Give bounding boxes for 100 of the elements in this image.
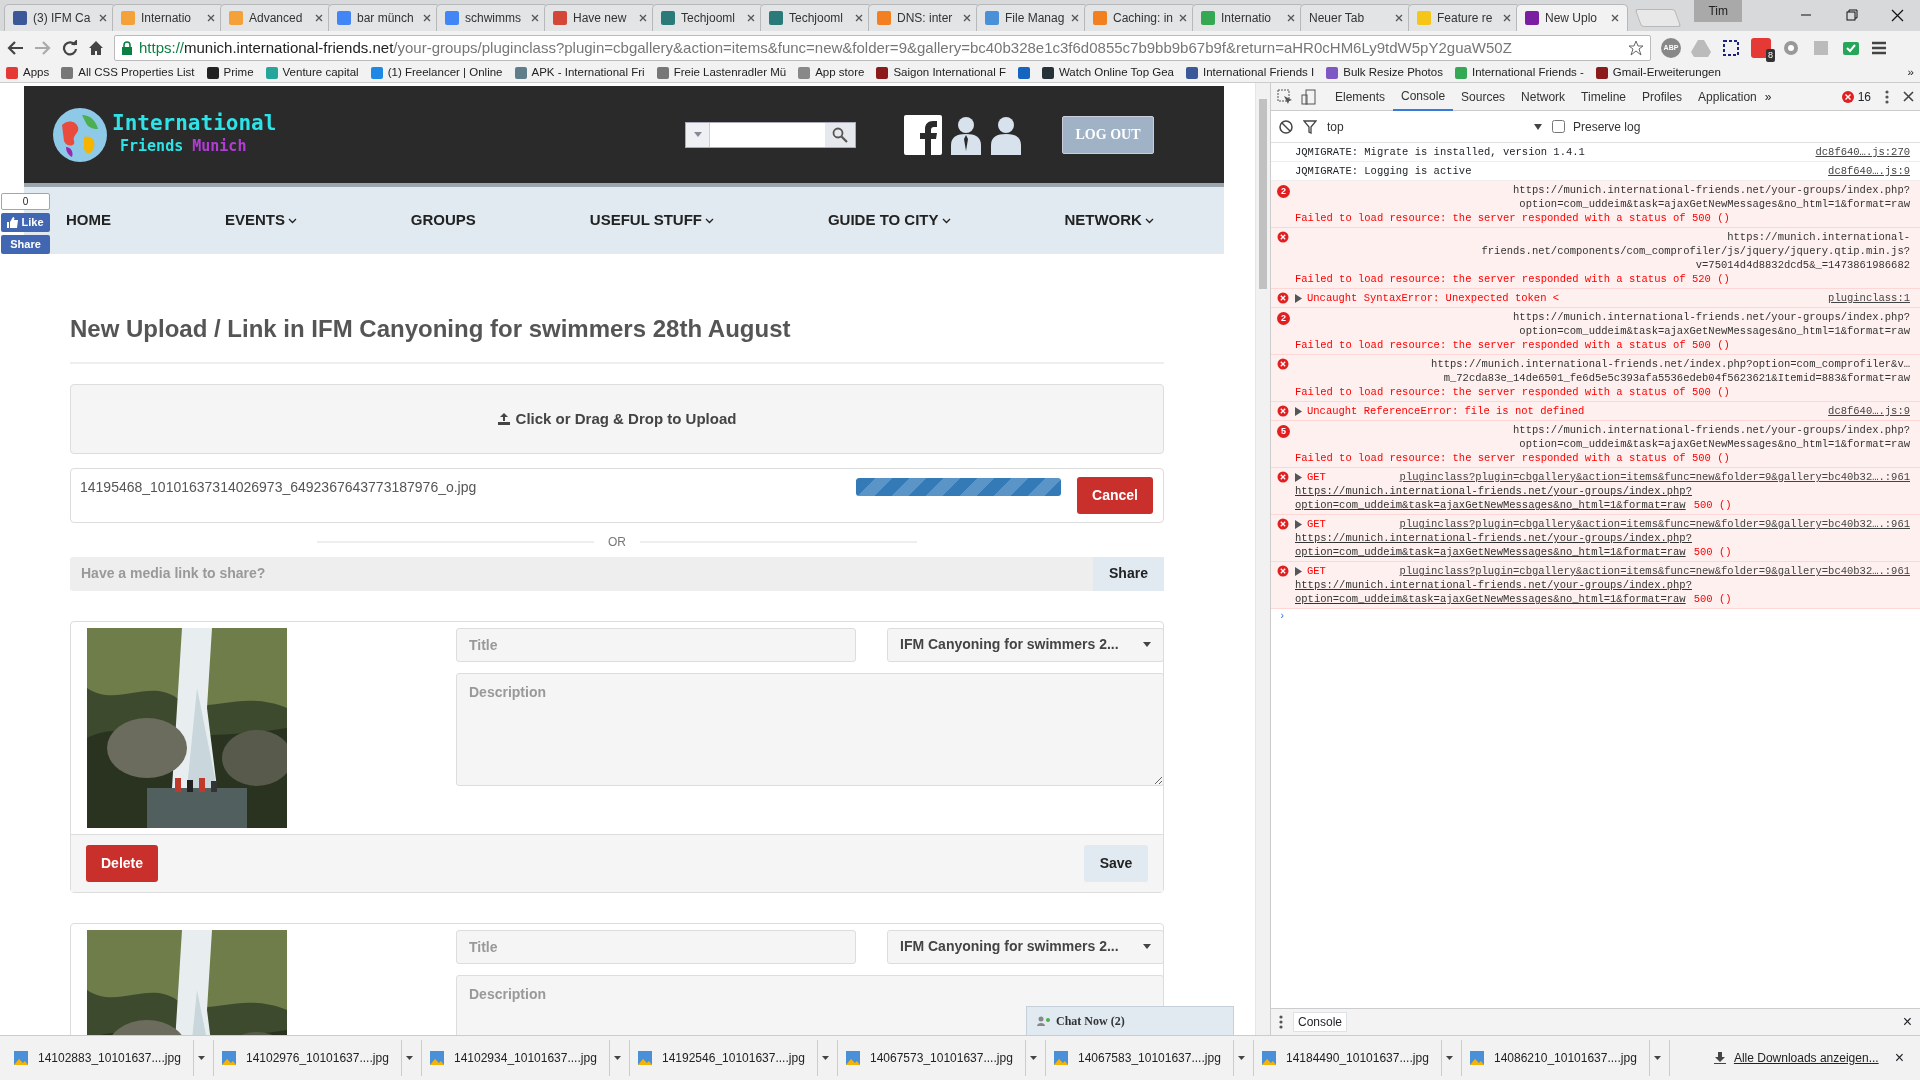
caret-icon[interactable] xyxy=(1238,1056,1245,1060)
close-icon[interactable] xyxy=(423,14,431,22)
expand-icon[interactable] xyxy=(1295,293,1302,303)
close-icon[interactable] xyxy=(1395,14,1403,22)
nav-link[interactable]: USEFUL STUFF xyxy=(589,209,715,232)
search-field[interactable] xyxy=(685,121,856,148)
person-tie-icon[interactable] xyxy=(950,114,982,155)
source-link[interactable]: pluginclass?plugin=cbgallery&action=items&func=new&folder=9&gallery=bc40b32….:961 xyxy=(1389,470,1910,484)
caret-icon[interactable] xyxy=(822,1056,829,1060)
title-field[interactable]: Title xyxy=(456,929,856,964)
request-url[interactable]: https://munich.international-friends.net/your-groups/index.php? xyxy=(1295,485,1692,497)
bookmark[interactable]: APK - International Fri xyxy=(514,63,645,82)
source-link[interactable]: dc8f640….js:9 xyxy=(1818,404,1910,418)
preserve-log-checkbox[interactable] xyxy=(1552,120,1565,133)
close-icon[interactable] xyxy=(207,14,215,22)
bookmark[interactable]: All CSS Properties List xyxy=(61,63,195,82)
expand-icon[interactable] xyxy=(1295,472,1302,482)
console-prompt[interactable]: › xyxy=(1271,609,1920,623)
save-button[interactable]: Save xyxy=(1084,844,1148,882)
globe-icon[interactable] xyxy=(52,106,108,163)
gallery-select[interactable]: IFM Canyoning for swimmers 2... xyxy=(887,627,1164,662)
show-all-downloads-link[interactable]: Alle Downloads anzeigen... xyxy=(1733,1049,1879,1067)
close-icon[interactable] xyxy=(1179,14,1187,22)
caret-icon[interactable] xyxy=(406,1056,413,1060)
request-url[interactable]: option=com_uddeim&task=ajaxGetNewMessages&no_html=1&format=raw xyxy=(1295,499,1686,511)
close-icon[interactable] xyxy=(1503,14,1511,22)
devtools-tab[interactable]: Sources xyxy=(1453,82,1514,111)
close-icon[interactable] xyxy=(1890,9,1904,22)
bookmark[interactable]: Saigon International F xyxy=(876,63,1006,82)
more-tabs-button[interactable]: » xyxy=(1764,87,1772,106)
delete-button[interactable]: Delete xyxy=(86,844,158,882)
chevron-icon[interactable] xyxy=(705,217,715,224)
devtools-tab[interactable]: Timeline xyxy=(1573,82,1634,111)
request-url[interactable]: https://munich.international-friends.net/your-groups/index.php? xyxy=(1295,532,1692,544)
more-icon[interactable] xyxy=(1279,1015,1283,1029)
close-icon[interactable] xyxy=(963,14,971,22)
close-icon[interactable] xyxy=(1611,14,1619,22)
bookmark-icon[interactable] xyxy=(1017,66,1030,79)
profile-button[interactable]: Tim xyxy=(1694,0,1742,22)
request-url[interactable]: https://munich.international-friends.net/your-groups/index.php? xyxy=(1295,579,1692,591)
download-item[interactable]: 14067583_10101637....jpg xyxy=(1046,1040,1254,1076)
menu-icon[interactable] xyxy=(1871,41,1887,55)
inspect-icon[interactable] xyxy=(1277,88,1293,105)
source-link[interactable]: pluginclass:1 xyxy=(1818,291,1910,305)
source-link[interactable]: dc8f640….js:9 xyxy=(1818,164,1910,178)
share-button[interactable]: Share xyxy=(1,235,50,254)
download-item[interactable]: 14102883_10101637....jpg xyxy=(6,1040,214,1076)
caret-icon[interactable] xyxy=(1030,1056,1037,1060)
source-link[interactable]: dc8f640….js:270 xyxy=(1805,145,1910,159)
browser-tab[interactable]: Neuer Tab xyxy=(1300,4,1412,31)
expand-icon[interactable] xyxy=(1295,566,1302,576)
bookmark[interactable]: Bulk Resize Photos xyxy=(1326,63,1443,82)
chevron-icon[interactable] xyxy=(287,217,297,224)
request-url[interactable]: option=com_uddeim&task=ajaxGetNewMessages&no_html=1&format=raw xyxy=(1295,546,1686,558)
caret-icon[interactable] xyxy=(1446,1056,1453,1060)
cancel-button[interactable]: Cancel xyxy=(1077,476,1153,514)
browser-tab[interactable]: New Uplo xyxy=(1516,4,1628,31)
download-item[interactable]: 14102934_10101637....jpg xyxy=(422,1040,630,1076)
expand-icon[interactable] xyxy=(1295,519,1302,529)
close-button[interactable]: × xyxy=(1902,1010,1912,1034)
caret-icon[interactable] xyxy=(614,1056,621,1060)
back-icon[interactable] xyxy=(6,40,24,56)
request-url[interactable]: option=com_uddeim&task=ajaxGetNewMessages&no_html=1&format=raw xyxy=(1295,593,1686,605)
error-counter[interactable]: 16 xyxy=(1841,87,1871,106)
more-icon[interactable] xyxy=(1885,89,1889,104)
nav-link[interactable]: HOME xyxy=(66,209,111,232)
devtools-tab[interactable]: Application xyxy=(1690,82,1765,111)
expand-icon[interactable] xyxy=(1295,406,1302,416)
close-icon[interactable] xyxy=(1287,14,1295,22)
address-bar[interactable]: https://munich.international-friends.net/your-groups/pluginclass?plugin=cbgallery&action=items&func=new&folder=9&gallery=bc40b328e1c3f6d0855c7b9bb9b67b9f&return=aHR0cHM6Ly9tdW5pY2guaW50Z xyxy=(114,35,1651,61)
bookmark[interactable]: Prime xyxy=(206,63,254,82)
star-icon[interactable] xyxy=(1628,40,1644,56)
description-field[interactable]: Description xyxy=(456,672,1164,786)
gallery-select[interactable]: IFM Canyoning for swimmers 2... xyxy=(887,929,1164,964)
home-icon[interactable] xyxy=(88,40,104,56)
close-button[interactable]: × xyxy=(1894,1046,1904,1070)
clear-icon[interactable] xyxy=(1279,119,1293,134)
nav-link[interactable]: EVENTS xyxy=(224,209,297,232)
download-item[interactable]: 14192546_10101637....jpg xyxy=(630,1040,838,1076)
chevron-icon[interactable] xyxy=(1144,217,1154,224)
nav-link[interactable]: GUIDE TO CITY xyxy=(827,209,951,232)
close-icon[interactable] xyxy=(1903,91,1914,102)
chevron-icon[interactable] xyxy=(941,217,951,224)
drawer-tab[interactable]: Console xyxy=(1293,1012,1348,1032)
close-icon[interactable] xyxy=(99,14,107,22)
bookmark[interactable]: Freie Lastenradler Mü xyxy=(656,63,787,82)
download-item[interactable]: 14067573_10101637....jpg xyxy=(838,1040,1046,1076)
title-field[interactable]: Title xyxy=(456,627,856,662)
download-item[interactable]: 14086210_10101637....jpg xyxy=(1462,1040,1670,1076)
scrollbar[interactable] xyxy=(1255,83,1270,1035)
chat-dialog[interactable]: Chat Now (2) xyxy=(1026,1006,1234,1035)
restore-icon[interactable] xyxy=(1844,9,1858,22)
context-select[interactable]: top xyxy=(1327,117,1542,136)
download-item[interactable]: 14102976_10101637....jpg xyxy=(214,1040,422,1076)
facebook-icon[interactable] xyxy=(904,114,942,155)
upload-dropzone[interactable]: Click or Drag & Drop to Upload xyxy=(70,383,1164,454)
more-bookmarks-button[interactable]: » xyxy=(1907,63,1914,82)
download-item[interactable]: 14184490_10101637....jpg xyxy=(1254,1040,1462,1076)
nav-link[interactable]: GROUPS xyxy=(410,209,476,232)
bookmark[interactable]: Watch Online Top Gea xyxy=(1041,63,1174,82)
